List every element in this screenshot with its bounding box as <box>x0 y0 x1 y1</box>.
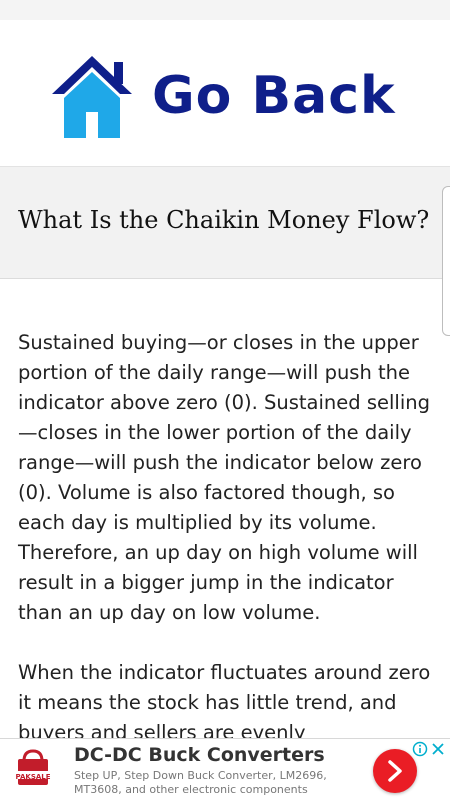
chevron-right-icon <box>388 760 402 782</box>
ad-open-button[interactable] <box>373 749 417 793</box>
info-icon[interactable] <box>412 741 428 757</box>
shopping-bag-icon <box>18 749 48 785</box>
ad-title[interactable]: DC-DC Buck Converters <box>74 744 325 766</box>
article-paragraph: Sustained buying—or closes in the upper … <box>18 331 430 624</box>
ad-banner[interactable]: PAKSALE DC-DC Buck Converters Step UP, S… <box>0 738 450 800</box>
status-strip <box>0 0 450 20</box>
ad-logo: PAKSALE <box>10 747 56 793</box>
ad-description: Step UP, Step Down Buck Converter, LM269… <box>74 769 327 796</box>
article-title: What Is the Chaikin Money Flow? <box>18 206 430 234</box>
article-title-bar: What Is the Chaikin Money Flow? <box>0 167 450 279</box>
article-paragraph: When the indicator fluctuates around zer… <box>18 661 431 744</box>
side-drawer-handle[interactable] <box>442 186 450 336</box>
home-icon-graphic <box>52 56 132 138</box>
page: Go Back What Is the Chaikin Money Flow? … <box>0 0 450 800</box>
site-header: Go Back <box>0 20 450 167</box>
ad-logo-text: PAKSALE <box>15 773 51 781</box>
article-body: Sustained buying—or closes in the upper … <box>18 328 438 778</box>
go-back-label: Go Back <box>152 66 396 126</box>
close-icon[interactable] <box>430 741 446 757</box>
go-back-button[interactable]: Go Back <box>50 54 410 144</box>
